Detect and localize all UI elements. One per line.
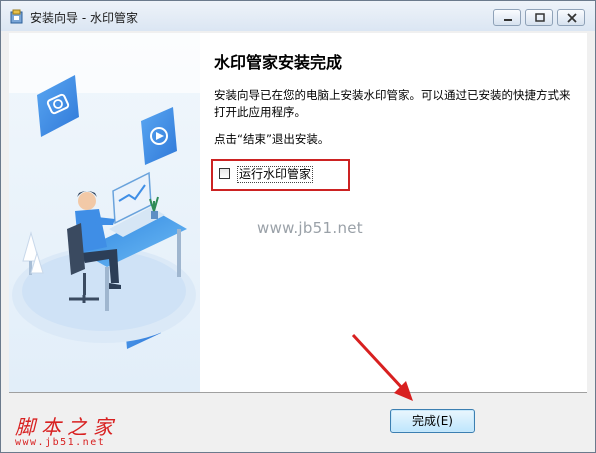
site-logo-main: 脚本之家 bbox=[15, 415, 119, 439]
finish-button[interactable]: 完成(E) bbox=[390, 409, 475, 433]
close-button[interactable] bbox=[557, 9, 585, 26]
sidebar-illustration bbox=[9, 33, 200, 392]
installer-window: 安装向导 - 水印管家 水印管家安装完成 安装向导已在您的电脑上安装水印管家。可… bbox=[0, 0, 596, 453]
minimize-button[interactable] bbox=[493, 9, 521, 26]
maximize-icon bbox=[535, 13, 545, 22]
maximize-button[interactable] bbox=[525, 9, 553, 26]
title-bar[interactable]: 安装向导 - 水印管家 bbox=[1, 1, 595, 31]
footer-divider bbox=[9, 392, 587, 393]
page-heading: 水印管家安装完成 bbox=[214, 53, 343, 72]
close-icon bbox=[567, 13, 577, 23]
installer-app-icon bbox=[10, 9, 23, 24]
site-logo-url: www.jb51.net bbox=[15, 437, 106, 448]
annotation-highlight-box bbox=[211, 159, 350, 191]
window-title: 安装向导 - 水印管家 bbox=[30, 11, 138, 25]
exit-hint: 点击“结束”退出安装。 bbox=[214, 132, 330, 146]
install-description: 安装向导已在您的电脑上安装水印管家。可以通过已安装的快捷方式来打开此应用程序。 bbox=[214, 88, 571, 119]
minimize-icon bbox=[504, 19, 512, 21]
wizard-content: 水印管家安装完成 安装向导已在您的电脑上安装水印管家。可以通过已安装的快捷方式来… bbox=[9, 33, 587, 392]
site-watermark: www.jb51.net bbox=[257, 219, 363, 237]
